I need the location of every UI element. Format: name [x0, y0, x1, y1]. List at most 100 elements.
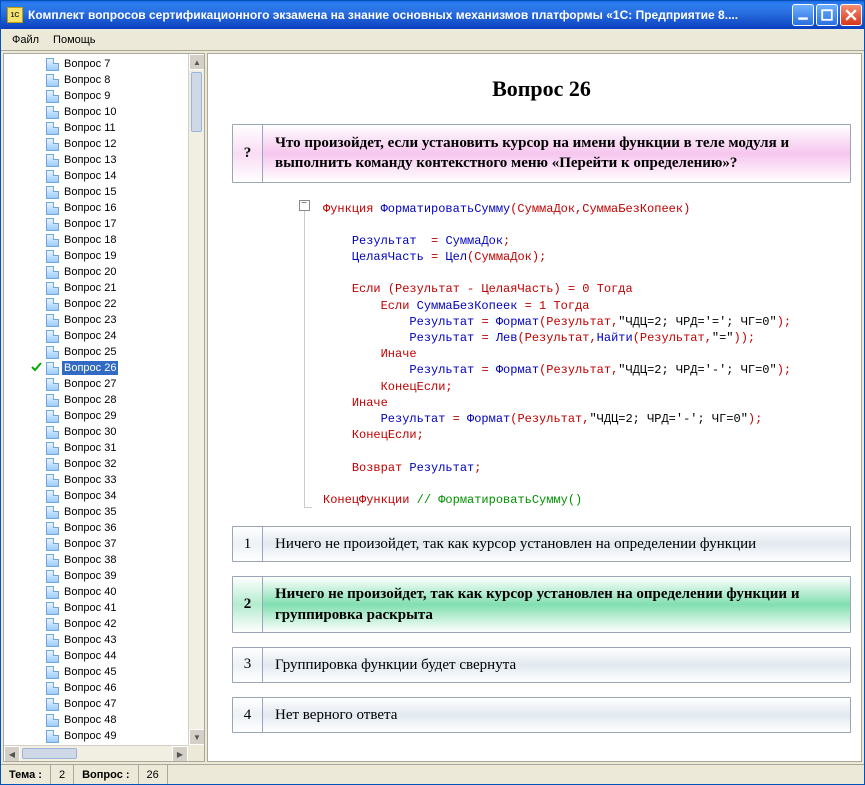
tree-item-label: Вопрос 9	[62, 89, 112, 103]
tree-item-question-30[interactable]: Вопрос 30	[4, 424, 188, 440]
tree-item-question-33[interactable]: Вопрос 33	[4, 472, 188, 488]
tree-item-question-27[interactable]: Вопрос 27	[4, 376, 188, 392]
answer-option-1[interactable]: 1Ничего не произойдет, так как курсор ус…	[232, 526, 851, 562]
menu-file[interactable]: Файл	[5, 31, 46, 49]
tree-item-label: Вопрос 33	[62, 473, 118, 487]
question-heading: Вопрос 26	[232, 76, 851, 102]
tree-item-label: Вопрос 35	[62, 505, 118, 519]
tree-item-question-11[interactable]: Вопрос 11	[4, 120, 188, 136]
tree-item-label: Вопрос 13	[62, 153, 118, 167]
tree-item-question-49[interactable]: Вопрос 49	[4, 728, 188, 744]
tree-item-label: Вопрос 45	[62, 665, 118, 679]
answer-option-4[interactable]: 4Нет верного ответа	[232, 697, 851, 733]
tree-item-label: Вопрос 20	[62, 265, 118, 279]
tree-item-question-28[interactable]: Вопрос 28	[4, 392, 188, 408]
tree-item-label: Вопрос 23	[62, 313, 118, 327]
page-icon	[46, 618, 59, 631]
menu-help[interactable]: Помощь	[46, 31, 103, 49]
tree-item-question-24[interactable]: Вопрос 24	[4, 328, 188, 344]
page-icon	[46, 186, 59, 199]
scroll-right-icon[interactable]: ▶	[172, 746, 188, 761]
page-icon	[46, 490, 59, 503]
maximize-button[interactable]	[816, 4, 838, 26]
tree-item-question-32[interactable]: Вопрос 32	[4, 456, 188, 472]
tree-item-question-7[interactable]: Вопрос 7	[4, 56, 188, 72]
scroll-up-icon[interactable]: ▲	[189, 54, 204, 70]
tree-item-question-36[interactable]: Вопрос 36	[4, 520, 188, 536]
tree-item-question-10[interactable]: Вопрос 10	[4, 104, 188, 120]
scroll-down-icon[interactable]: ▼	[189, 729, 204, 745]
tree-item-question-16[interactable]: Вопрос 16	[4, 200, 188, 216]
minimize-button[interactable]	[792, 4, 814, 26]
scroll-left-icon[interactable]: ◀	[4, 746, 20, 761]
tree-item-question-18[interactable]: Вопрос 18	[4, 232, 188, 248]
tree-item-question-37[interactable]: Вопрос 37	[4, 536, 188, 552]
tree-item-label: Вопрос 26	[62, 361, 118, 375]
tree-item-question-35[interactable]: Вопрос 35	[4, 504, 188, 520]
tree-item-question-48[interactable]: Вопрос 48	[4, 712, 188, 728]
tree-item-question-45[interactable]: Вопрос 45	[4, 664, 188, 680]
tree-item-question-9[interactable]: Вопрос 9	[4, 88, 188, 104]
app-icon: 1C	[7, 7, 23, 23]
question-box: ? Что произойдет, если установить курсор…	[232, 124, 851, 183]
scroll-thumb[interactable]	[191, 72, 202, 132]
tree-item-question-29[interactable]: Вопрос 29	[4, 408, 188, 424]
tree-item-label: Вопрос 38	[62, 553, 118, 567]
tree-item-question-13[interactable]: Вопрос 13	[4, 152, 188, 168]
answer-option-3[interactable]: 3Группировка функции будет свернута	[232, 647, 851, 683]
tree-item-question-39[interactable]: Вопрос 39	[4, 568, 188, 584]
tree-item-question-8[interactable]: Вопрос 8	[4, 72, 188, 88]
tree-item-question-44[interactable]: Вопрос 44	[4, 648, 188, 664]
page-icon	[46, 426, 59, 439]
content-pane[interactable]: Вопрос 26 ? Что произойдет, если установ…	[207, 53, 862, 762]
tree-item-question-26[interactable]: Вопрос 26	[4, 360, 188, 376]
tree-item-question-31[interactable]: Вопрос 31	[4, 440, 188, 456]
question-text: Что произойдет, если установить курсор н…	[263, 125, 850, 182]
tree-item-question-21[interactable]: Вопрос 21	[4, 280, 188, 296]
tree-item-label: Вопрос 37	[62, 537, 118, 551]
tree-item-label: Вопрос 46	[62, 681, 118, 695]
tree-item-question-42[interactable]: Вопрос 42	[4, 616, 188, 632]
tree-item-question-25[interactable]: Вопрос 25	[4, 344, 188, 360]
tree-horizontal-scrollbar[interactable]: ◀ ▶	[4, 745, 188, 761]
tree-item-question-22[interactable]: Вопрос 22	[4, 296, 188, 312]
page-icon	[46, 362, 59, 375]
tree-item-question-43[interactable]: Вопрос 43	[4, 632, 188, 648]
tree-item-question-23[interactable]: Вопрос 23	[4, 312, 188, 328]
tree-item-question-17[interactable]: Вопрос 17	[4, 216, 188, 232]
page-icon	[46, 202, 59, 215]
tree-item-label: Вопрос 29	[62, 409, 118, 423]
titlebar[interactable]: 1C Комплект вопросов сертификационного э…	[1, 1, 864, 29]
question-tree-pane: Вопрос 7Вопрос 8Вопрос 9Вопрос 10Вопрос …	[3, 53, 205, 762]
tree-item-label: Вопрос 18	[62, 233, 118, 247]
tree-item-question-34[interactable]: Вопрос 34	[4, 488, 188, 504]
tree-item-question-15[interactable]: Вопрос 15	[4, 184, 188, 200]
tree-item-question-12[interactable]: Вопрос 12	[4, 136, 188, 152]
tree-item-question-19[interactable]: Вопрос 19	[4, 248, 188, 264]
tree-item-label: Вопрос 7	[62, 57, 112, 71]
tree-item-label: Вопрос 8	[62, 73, 112, 87]
tree-item-label: Вопрос 28	[62, 393, 118, 407]
tree-item-question-38[interactable]: Вопрос 38	[4, 552, 188, 568]
tree-item-label: Вопрос 19	[62, 249, 118, 263]
page-icon	[46, 394, 59, 407]
tree-item-question-14[interactable]: Вопрос 14	[4, 168, 188, 184]
page-icon	[46, 266, 59, 279]
page-icon	[46, 138, 59, 151]
tree-item-question-46[interactable]: Вопрос 46	[4, 680, 188, 696]
close-button[interactable]	[840, 4, 862, 26]
question-tree[interactable]: Вопрос 7Вопрос 8Вопрос 9Вопрос 10Вопрос …	[4, 54, 188, 745]
scroll-thumb[interactable]	[22, 748, 77, 759]
page-icon	[46, 218, 59, 231]
tree-item-question-41[interactable]: Вопрос 41	[4, 600, 188, 616]
tree-item-question-20[interactable]: Вопрос 20	[4, 264, 188, 280]
answer-option-2[interactable]: 2Ничего не произойдет, так как курсор ус…	[232, 576, 851, 633]
scroll-corner	[188, 745, 204, 761]
tree-item-label: Вопрос 22	[62, 297, 118, 311]
answer-text: Группировка функции будет свернута	[263, 648, 850, 682]
tree-item-question-47[interactable]: Вопрос 47	[4, 696, 188, 712]
tree-item-question-40[interactable]: Вопрос 40	[4, 584, 188, 600]
tree-item-label: Вопрос 30	[62, 425, 118, 439]
page-icon	[46, 154, 59, 167]
tree-vertical-scrollbar[interactable]: ▲ ▼	[188, 54, 204, 745]
